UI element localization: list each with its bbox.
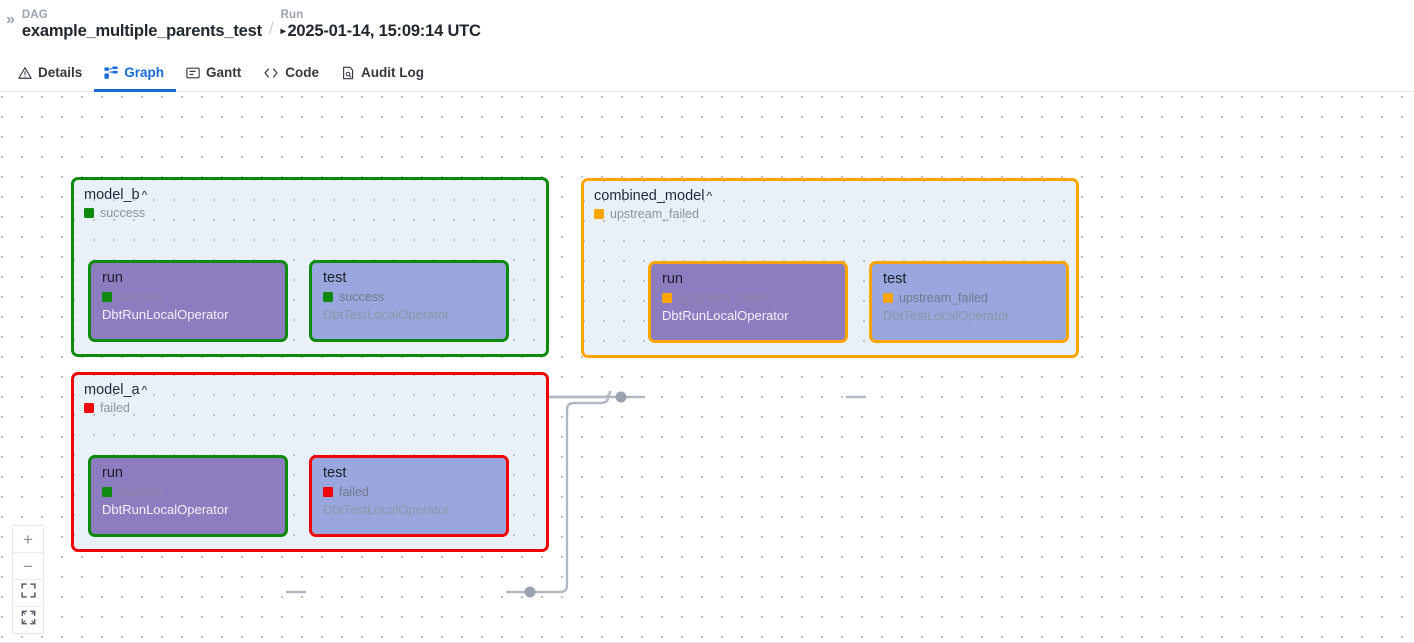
graph-edges <box>0 92 1414 642</box>
task-node-title: run <box>102 465 275 482</box>
breadcrumb-dag-name[interactable]: example_multiple_parents_test <box>22 23 262 40</box>
tab-graph[interactable]: Graph <box>94 56 176 92</box>
breadcrumb-separator: / <box>262 19 281 40</box>
play-triangle-icon: ▸ <box>281 27 286 37</box>
task-node-operator: DbtRunLocalOperator <box>102 502 275 518</box>
task-node-operator: DbtTestLocalOperator <box>883 308 1056 324</box>
task-node-model_b-run[interactable]: run success DbtRunLocalOperator <box>88 260 288 342</box>
breadcrumb-dag[interactable]: DAG example_multiple_parents_test <box>22 9 262 40</box>
plus-icon: + <box>23 531 33 548</box>
task-node-status: upstream_failed <box>662 291 835 305</box>
task-node-status: success <box>323 290 496 304</box>
edge-handle <box>525 587 536 598</box>
task-node-status-label: upstream_failed <box>899 291 988 305</box>
task-node-operator: DbtRunLocalOperator <box>662 308 835 324</box>
task-node-status: success <box>102 485 275 499</box>
task-node-title: run <box>662 271 835 288</box>
tab-gantt-label: Gantt <box>206 65 241 80</box>
code-brackets-icon <box>263 66 279 80</box>
task-node-status: success <box>102 290 275 304</box>
task-node-status-label: success <box>339 290 384 304</box>
breadcrumb-run-timestamp: 2025-01-14, 15:09:14 UTC <box>287 23 480 40</box>
task-node-model_a-test[interactable]: test failed DbtTestLocalOperator <box>309 455 509 537</box>
zoom-out-button[interactable]: − <box>13 553 43 580</box>
tab-audit-log-label: Audit Log <box>361 65 424 80</box>
task-group-model_b-status-label: success <box>100 206 145 220</box>
zoom-in-button[interactable]: + <box>13 526 43 553</box>
task-node-status-label: failed <box>339 485 369 499</box>
task-group-combined_model-status-label: upstream_failed <box>610 207 699 221</box>
status-square <box>102 487 112 497</box>
status-square <box>102 292 112 302</box>
tab-code-label: Code <box>285 65 319 80</box>
chevron-double-right-icon[interactable]: » <box>0 9 22 28</box>
document-icon <box>341 66 355 80</box>
task-node-title: test <box>883 271 1056 288</box>
minus-icon: − <box>23 558 33 575</box>
tab-details-label: Details <box>38 65 82 80</box>
task-group-model_b-status: success <box>84 206 147 220</box>
status-square <box>323 292 333 302</box>
breadcrumb-run-kicker: Run <box>281 9 481 21</box>
edge-handle <box>616 392 627 403</box>
task-node-model_b-test[interactable]: test success DbtTestLocalOperator <box>309 260 509 342</box>
fit-view-button[interactable] <box>13 580 43 607</box>
graph-canvas[interactable]: model_b ^ success run success DbtRunLoca… <box>0 92 1414 643</box>
tab-bar: Details Graph Gantt <box>0 55 1414 92</box>
task-group-model_b-header: model_b ^ success <box>84 187 147 220</box>
task-group-model_b-title[interactable]: model_b ^ <box>84 187 147 203</box>
gantt-icon <box>186 66 200 80</box>
task-group-combined_model-status: upstream_failed <box>594 207 712 221</box>
chevron-up-icon[interactable]: ^ <box>142 189 148 202</box>
page-header: » DAG example_multiple_parents_test / Ru… <box>0 0 1414 55</box>
task-group-model_b[interactable]: model_b ^ success run success DbtRunLoca… <box>71 177 549 357</box>
tab-code[interactable]: Code <box>253 56 331 92</box>
alert-triangle-icon <box>18 66 32 80</box>
tab-details[interactable]: Details <box>8 56 94 92</box>
task-node-title: test <box>323 270 496 287</box>
status-square <box>323 487 333 497</box>
tab-graph-label: Graph <box>124 65 164 80</box>
task-node-combined_model-run[interactable]: run upstream_failed DbtRunLocalOperator <box>648 261 848 343</box>
task-group-model_a-status: failed <box>84 401 147 415</box>
task-node-combined_model-test[interactable]: test upstream_failed DbtTestLocalOperato… <box>869 261 1069 343</box>
breadcrumb-run-value[interactable]: ▸ 2025-01-14, 15:09:14 UTC <box>281 23 481 40</box>
task-node-status: failed <box>323 485 496 499</box>
task-node-title: run <box>102 270 275 287</box>
zoom-controls: + − <box>12 525 44 634</box>
task-group-combined_model-title[interactable]: combined_model ^ <box>594 188 712 204</box>
interactive-toggle-button[interactable] <box>13 607 43 633</box>
task-node-status-label: success <box>118 485 163 499</box>
interactive-icon <box>21 610 36 630</box>
task-group-model_a-header: model_a ^ failed <box>84 382 147 415</box>
task-node-operator: DbtRunLocalOperator <box>102 307 275 323</box>
task-node-model_a-run[interactable]: run success DbtRunLocalOperator <box>88 455 288 537</box>
task-group-model_a[interactable]: model_a ^ failed run success DbtRunLocal… <box>71 372 549 552</box>
task-group-combined_model[interactable]: combined_model ^ upstream_failed run ups… <box>581 178 1079 358</box>
task-group-model_a-title[interactable]: model_a ^ <box>84 382 147 398</box>
task-node-operator: DbtTestLocalOperator <box>323 502 496 518</box>
task-node-status-label: upstream_failed <box>678 291 767 305</box>
task-node-status-label: success <box>118 290 163 304</box>
task-group-model_a-status-label: failed <box>100 401 130 415</box>
task-node-operator: DbtTestLocalOperator <box>323 307 496 323</box>
status-square <box>662 293 672 303</box>
graph-icon <box>104 66 118 80</box>
task-group-combined_model-header: combined_model ^ upstream_failed <box>594 188 712 221</box>
tab-gantt[interactable]: Gantt <box>176 56 253 92</box>
status-square <box>594 209 604 219</box>
status-square <box>84 208 94 218</box>
task-node-title: test <box>323 465 496 482</box>
status-square <box>883 293 893 303</box>
airflow-dag-run-page: » DAG example_multiple_parents_test / Ru… <box>0 0 1414 643</box>
status-square <box>84 403 94 413</box>
tab-audit-log[interactable]: Audit Log <box>331 56 436 92</box>
chevron-up-icon[interactable]: ^ <box>142 384 148 397</box>
fit-view-icon <box>21 583 36 603</box>
breadcrumb: DAG example_multiple_parents_test / Run … <box>22 9 481 40</box>
chevron-up-icon[interactable]: ^ <box>706 190 712 203</box>
breadcrumb-run[interactable]: Run ▸ 2025-01-14, 15:09:14 UTC <box>281 9 481 40</box>
breadcrumb-dag-kicker: DAG <box>22 9 262 21</box>
task-node-status: upstream_failed <box>883 291 1056 305</box>
